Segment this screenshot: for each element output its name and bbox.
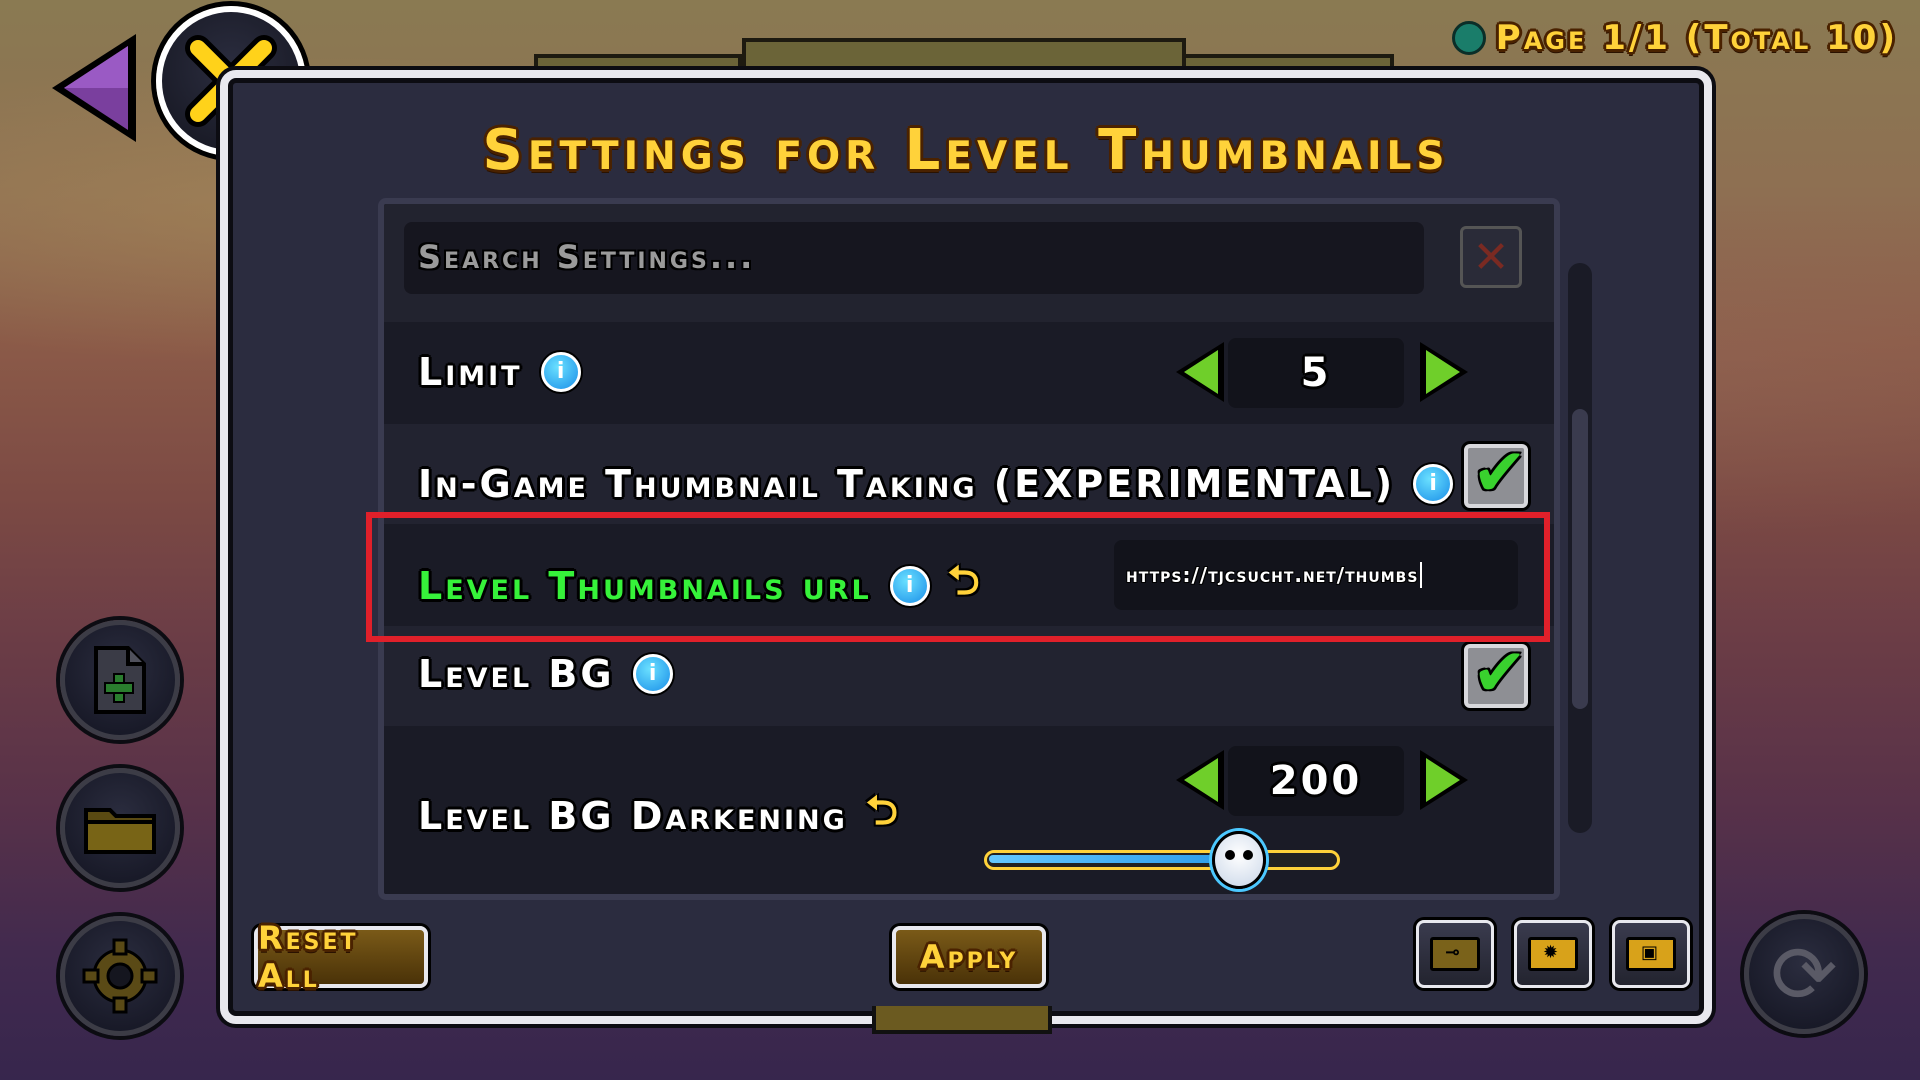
settings-folder-button[interactable]: ✹ xyxy=(1514,920,1592,988)
save-button[interactable]: ▣ xyxy=(1612,920,1690,988)
bg-darkening-value[interactable]: 200 xyxy=(1228,746,1404,816)
bottom-tab xyxy=(872,1006,1052,1034)
checkmark-icon: ✔ xyxy=(1472,434,1528,511)
decrease-arrow-icon[interactable] xyxy=(1176,750,1224,810)
scrollbar-thumb[interactable] xyxy=(1572,409,1588,709)
open-folder-side-button[interactable] xyxy=(60,768,180,888)
setting-row-bg-darkening: Level BG Darkening ⮌ 200 xyxy=(384,726,1554,894)
in-game-thumbnail-checkbox[interactable]: ✔ xyxy=(1464,434,1528,511)
highlight-box xyxy=(366,512,1550,642)
refresh-button[interactable]: ⟳ xyxy=(1744,914,1864,1034)
checkmark-icon: ✔ xyxy=(1472,634,1528,711)
setting-row-in-game-thumbnail: In-Game Thumbnail Taking (EXPERIMENTAL) … xyxy=(384,424,1554,524)
reset-all-button[interactable]: Reset All xyxy=(254,919,428,995)
slider-fill xyxy=(989,855,1239,863)
setting-label-text: Level BG xyxy=(418,652,615,696)
page-indicator: Page 1/1 (Total 10) xyxy=(1451,18,1898,58)
gear-folder-icon: ✹ xyxy=(1528,937,1578,971)
new-file-icon xyxy=(94,646,146,714)
info-icon[interactable]: i xyxy=(540,352,581,392)
clear-search-button[interactable]: ✕ xyxy=(1460,226,1522,288)
setting-label-limit: Limit i xyxy=(418,350,581,394)
dialog-title: Settings for Level Thumbnails xyxy=(482,118,1450,183)
increase-arrow-icon[interactable] xyxy=(1420,750,1468,810)
search-placeholder: Search Settings... xyxy=(418,238,756,276)
info-icon[interactable]: i xyxy=(632,654,673,694)
info-icon[interactable]: i xyxy=(1413,464,1454,504)
back-arrow-icon[interactable] xyxy=(46,28,146,148)
open-folder-button[interactable]: ⊸ xyxy=(1416,920,1494,988)
increase-arrow-icon[interactable] xyxy=(1420,342,1468,402)
setting-label-bg-darkening: Level BG Darkening ⮌ xyxy=(418,782,898,850)
scrollbar[interactable] xyxy=(1568,263,1592,833)
rotate-icon: ⟳ xyxy=(1770,927,1838,1021)
setting-label-text: Limit xyxy=(418,350,523,394)
gear-icon xyxy=(82,938,158,1014)
setting-label-text: In-Game Thumbnail Taking (EXPERIMENTAL) xyxy=(418,462,1396,506)
search-input[interactable]: Search Settings... xyxy=(404,222,1424,294)
setting-label-in-game-thumbnail: In-Game Thumbnail Taking (EXPERIMENTAL) … xyxy=(418,450,1503,518)
page-dot-icon xyxy=(1451,21,1486,55)
folder-icon: ⊸ xyxy=(1430,937,1480,971)
clear-icon: ✕ xyxy=(1472,231,1510,283)
page-indicator-text: Page 1/1 (Total 10) xyxy=(1495,18,1898,58)
limit-value[interactable]: 5 xyxy=(1228,338,1404,408)
folder-icon xyxy=(84,808,156,854)
settings-side-button[interactable] xyxy=(60,916,180,1036)
bg-darkening-slider[interactable] xyxy=(984,831,1340,889)
setting-row-limit: Limit i 5 xyxy=(384,322,1554,424)
new-level-button[interactable] xyxy=(60,620,180,740)
slider-thumb-icon[interactable] xyxy=(1212,831,1267,889)
setting-label-text: Level BG Darkening xyxy=(418,794,848,838)
apply-button[interactable]: Apply xyxy=(892,926,1046,988)
setting-label-level-bg: Level BG i xyxy=(418,652,673,696)
decrease-arrow-icon[interactable] xyxy=(1176,342,1224,402)
reset-icon[interactable]: ⮌ xyxy=(866,782,898,850)
level-bg-checkbox[interactable]: ✔ xyxy=(1464,634,1528,711)
search-row: Search Settings... ✕ xyxy=(384,204,1554,322)
save-icon: ▣ xyxy=(1626,937,1676,971)
